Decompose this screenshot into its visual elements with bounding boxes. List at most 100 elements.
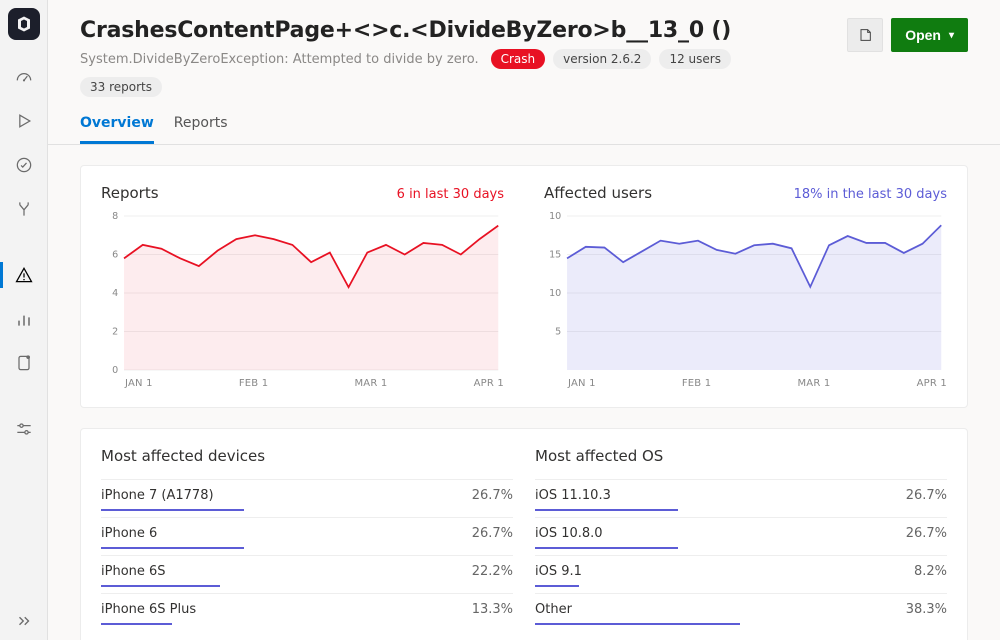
device-bar bbox=[101, 547, 244, 549]
header: CrashesContentPage+<>c.<DivideByZero>b__… bbox=[48, 0, 1000, 97]
gauge-icon bbox=[14, 67, 34, 87]
svg-text:6: 6 bbox=[112, 249, 118, 260]
xlabel: FEB 1 bbox=[682, 378, 711, 389]
svg-text:0: 0 bbox=[112, 365, 118, 376]
os-pct: 38.3% bbox=[906, 602, 947, 617]
users-pill: 12 users bbox=[659, 49, 731, 69]
play-icon bbox=[14, 111, 34, 131]
xlabel: MAR 1 bbox=[797, 378, 830, 389]
tab-reports[interactable]: Reports bbox=[174, 115, 228, 144]
users-stat: 18% in the last 30 days bbox=[794, 187, 947, 202]
charts-card: Reports 6 in last 30 days 0 2 4 6 8 JAN 1 bbox=[80, 165, 968, 408]
analytics-nav[interactable] bbox=[0, 300, 48, 338]
os-bar bbox=[535, 623, 740, 625]
annotate-button[interactable] bbox=[847, 18, 883, 52]
sliders-icon bbox=[14, 419, 34, 439]
tabs: Overview Reports bbox=[48, 97, 1000, 145]
chevrons-right-icon bbox=[15, 612, 33, 630]
xlabel: MAR 1 bbox=[354, 378, 387, 389]
collapse-sidebar[interactable] bbox=[0, 612, 48, 630]
users-xlabels: JAN 1 FEB 1 MAR 1 APR 1 bbox=[544, 376, 947, 389]
xlabel: APR 1 bbox=[474, 378, 504, 389]
open-button[interactable]: Open ▾ bbox=[891, 18, 968, 52]
device-row: iPhone 626.7% bbox=[101, 517, 513, 543]
note-icon bbox=[857, 27, 873, 43]
os-title: Most affected OS bbox=[535, 447, 947, 465]
svg-text:8: 8 bbox=[112, 211, 118, 222]
users-chart: 5101510 bbox=[544, 206, 947, 376]
breakdown-card: Most affected devices iPhone 7 (A1778) 26… bbox=[80, 428, 968, 640]
xlabel: FEB 1 bbox=[239, 378, 268, 389]
device-bar bbox=[101, 585, 220, 587]
os-pct: 8.2% bbox=[914, 564, 947, 579]
svg-text:5: 5 bbox=[555, 326, 561, 337]
svg-text:15: 15 bbox=[549, 249, 561, 260]
os-pct: 26.7% bbox=[906, 526, 947, 541]
device-label: iPhone 6S Plus bbox=[101, 602, 196, 617]
check-circle-icon bbox=[14, 155, 34, 175]
branch-icon bbox=[14, 199, 34, 219]
device-label: iPhone 6S bbox=[101, 564, 166, 579]
content: Reports 6 in last 30 days 0 2 4 6 8 JAN 1 bbox=[48, 145, 1000, 640]
os-row: Other 38.3% bbox=[535, 593, 947, 619]
xlabel: JAN 1 bbox=[125, 378, 153, 389]
device-pct: 26.7% bbox=[472, 488, 513, 503]
reports-xlabels: JAN 1 FEB 1 MAR 1 APR 1 bbox=[101, 376, 504, 389]
bars-icon bbox=[14, 309, 34, 329]
svg-text:10: 10 bbox=[549, 288, 561, 299]
build-nav[interactable] bbox=[0, 102, 48, 140]
crash-pill: Crash bbox=[491, 49, 546, 69]
tab-overview[interactable]: Overview bbox=[80, 115, 154, 144]
os-panel: Most affected OS iOS 11.10.326.7%iOS 10.… bbox=[535, 447, 947, 631]
os-bar bbox=[535, 585, 579, 587]
os-label: iOS 11.10.3 bbox=[535, 488, 611, 503]
os-row: iOS 9.18.2% bbox=[535, 555, 947, 581]
xlabel: JAN 1 bbox=[568, 378, 596, 389]
device-bar bbox=[101, 623, 172, 625]
device-row: iPhone 6S Plus 13.3% bbox=[101, 593, 513, 619]
devices-panel: Most affected devices iPhone 7 (A1778) 26… bbox=[101, 447, 513, 631]
os-row: iOS 11.10.3 26.7% bbox=[535, 479, 947, 505]
svg-text:2: 2 bbox=[112, 326, 118, 337]
users-title: Affected users bbox=[544, 184, 652, 202]
app-logo[interactable] bbox=[8, 8, 40, 40]
device-pct: 13.3% bbox=[472, 602, 513, 617]
os-pct: 26.7% bbox=[906, 488, 947, 503]
reports-panel: Reports 6 in last 30 days 0 2 4 6 8 JAN 1 bbox=[101, 184, 504, 389]
chevron-down-icon: ▾ bbox=[949, 30, 954, 41]
exception-message: System.DivideByZeroException: Attempted … bbox=[80, 52, 479, 67]
reports-title: Reports bbox=[101, 184, 159, 202]
overview-nav[interactable] bbox=[0, 58, 48, 96]
reports-stat: 6 in last 30 days bbox=[397, 187, 504, 202]
os-row: iOS 10.8.0 26.7% bbox=[535, 517, 947, 543]
reports-chart: 0 2 4 6 8 bbox=[101, 206, 504, 376]
diagnostics-nav[interactable] bbox=[0, 256, 48, 294]
test-nav[interactable] bbox=[0, 146, 48, 184]
svg-text:4: 4 bbox=[112, 288, 118, 299]
os-label: iOS 10.8.0 bbox=[535, 526, 603, 541]
main: CrashesContentPage+<>c.<DivideByZero>b__… bbox=[48, 0, 1000, 640]
sidebar bbox=[0, 0, 48, 640]
device-dot-icon bbox=[14, 353, 34, 373]
xlabel: APR 1 bbox=[917, 378, 947, 389]
version-pill: version 2.6.2 bbox=[553, 49, 651, 69]
device-bar bbox=[101, 509, 244, 511]
sidebar-items bbox=[0, 58, 48, 448]
device-pct: 22.2% bbox=[472, 564, 513, 579]
device-label: iPhone 7 (A1778) bbox=[101, 488, 214, 503]
device-label: iPhone 6 bbox=[101, 526, 157, 541]
os-bar bbox=[535, 509, 678, 511]
crash-title: CrashesContentPage+<>c.<DivideByZero>b__… bbox=[80, 18, 800, 43]
push-nav[interactable] bbox=[0, 344, 48, 382]
os-bar bbox=[535, 547, 678, 549]
users-panel: Affected users 18% in the last 30 days 5… bbox=[544, 184, 947, 389]
os-label: Other bbox=[535, 602, 572, 617]
hex-logo-icon bbox=[15, 15, 33, 33]
open-button-label: Open bbox=[905, 27, 941, 43]
reports-pill: 33 reports bbox=[80, 77, 162, 97]
devices-title: Most affected devices bbox=[101, 447, 513, 465]
warning-icon bbox=[14, 265, 34, 285]
distribute-nav[interactable] bbox=[0, 190, 48, 228]
settings-nav[interactable] bbox=[0, 410, 48, 448]
device-row: iPhone 6S 22.2% bbox=[101, 555, 513, 581]
